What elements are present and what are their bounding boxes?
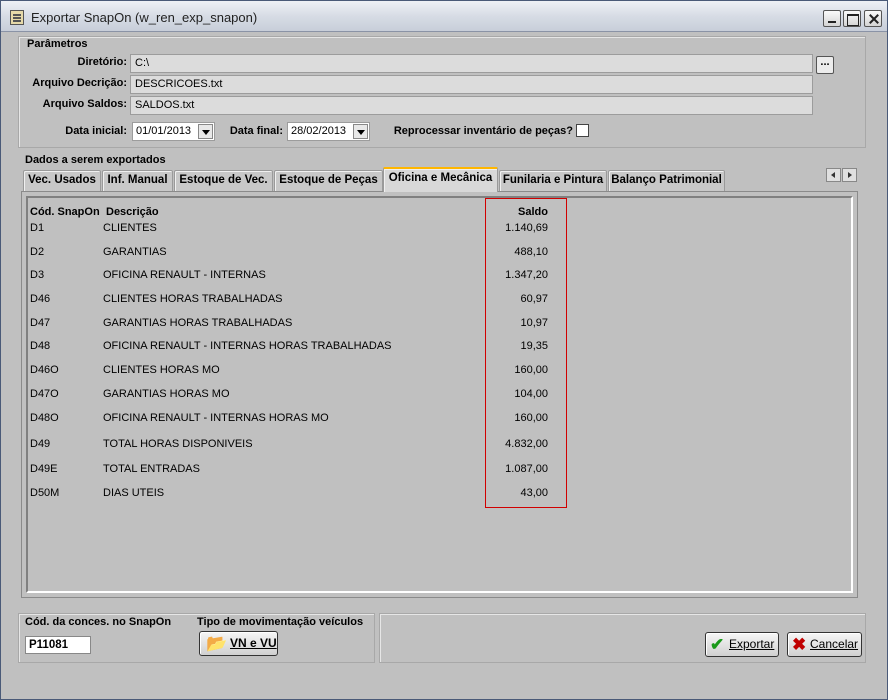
cell-codigo: D2: [30, 246, 45, 258]
cell-saldo: 160,00: [514, 364, 548, 376]
table-row[interactable]: D47 GARANTIAS HORAS TRABALHADAS 10,97: [28, 317, 728, 333]
cell-saldo: 160,00: [514, 412, 548, 424]
diretorio-field[interactable]: C:\: [130, 54, 813, 73]
tipo-mov-label: Tipo de movimentação veículos: [197, 616, 364, 628]
table-row[interactable]: D3 OFICINA RENAULT - INTERNAS 1.347,20: [28, 269, 728, 285]
reprocessar-checkbox[interactable]: [576, 124, 589, 137]
data-inicial-label: Data inicial:: [65, 125, 127, 137]
cell-descricao: OFICINA RENAULT - INTERNAS HORAS MO: [103, 412, 329, 424]
table-row[interactable]: D48O OFICINA RENAULT - INTERNAS HORAS MO 1…: [28, 412, 728, 428]
chevron-down-icon[interactable]: [353, 124, 368, 139]
table-row[interactable]: D49 TOTAL HORAS DISPONIVEIS 4.832,00: [28, 438, 728, 454]
cancelar-button-label: Cancelar: [810, 637, 859, 651]
cell-descricao: TOTAL HORAS DISPONIVEIS: [103, 438, 253, 450]
cod-conces-field[interactable]: P11081: [25, 636, 91, 654]
cell-codigo: D48: [30, 340, 51, 352]
diretorio-label: Diretório:: [77, 56, 128, 68]
tab-scroll-left-icon[interactable]: [826, 168, 841, 182]
arquivo-saldos-field[interactable]: SALDOS.txt: [130, 96, 813, 115]
cell-descricao: CLIENTES: [103, 222, 157, 234]
arquivo-descricao-label: Arquivo Decrição:: [32, 77, 127, 89]
tab-funilaria-pintura[interactable]: Funilaria e Pintura: [499, 170, 607, 191]
data-final-label: Data final:: [229, 125, 283, 137]
maximize-icon[interactable]: [843, 10, 861, 27]
table-row[interactable]: D1 CLIENTES 1.140,69: [28, 222, 728, 238]
title-bar[interactable]: Exportar SnapOn (w_ren_exp_snapon): [1, 1, 887, 32]
cancelar-button[interactable]: ✖ Cancelar: [787, 632, 862, 657]
tab-scroll-right-icon[interactable]: [842, 168, 857, 182]
table-row[interactable]: D2 GARANTIAS 488,10: [28, 246, 728, 262]
chevron-down-icon[interactable]: [198, 124, 213, 139]
cell-codigo: D47O: [30, 388, 59, 400]
cell-codigo: D47: [30, 317, 51, 329]
cell-descricao: CLIENTES HORAS TRABALHADAS: [103, 293, 283, 305]
tab-estoque-pecas[interactable]: Estoque de Peças: [274, 170, 383, 191]
table-row[interactable]: D47O GARANTIAS HORAS MO 104,00: [28, 388, 728, 404]
cell-descricao: GARANTIAS HORAS TRABALHADAS: [103, 317, 293, 329]
vn-vu-button[interactable]: 📂 VN e VU: [199, 631, 278, 656]
parametros-label: Parâmetros: [27, 38, 88, 50]
browse-directory-button[interactable]: ...: [816, 56, 834, 74]
cell-codigo: D49E: [30, 463, 58, 475]
cod-conces-label: Cód. da conces. no SnapOn: [25, 616, 172, 628]
table-row[interactable]: D46 CLIENTES HORAS TRABALHADAS 60,97: [28, 293, 728, 309]
data-final-value: 28/02/2013: [291, 125, 347, 137]
cell-descricao: OFICINA RENAULT - INTERNAS: [103, 269, 266, 281]
close-icon[interactable]: [864, 10, 882, 27]
check-icon: ✔: [710, 635, 725, 654]
arquivo-descricao-field[interactable]: DESCRICOES.txt: [130, 75, 813, 94]
tab-inf-manual[interactable]: Inf. Manual: [102, 170, 173, 191]
vn-vu-button-label: VN e VU: [230, 636, 277, 650]
tab-estoque-vec[interactable]: Estoque de Vec.: [174, 170, 273, 191]
cell-codigo: D49: [30, 438, 51, 450]
dados-label: Dados a serem exportados: [25, 154, 166, 166]
cell-descricao: CLIENTES HORAS MO: [103, 364, 220, 376]
data-final-picker[interactable]: 28/02/2013: [287, 122, 370, 141]
cell-saldo: 1.347,20: [505, 269, 548, 281]
exportar-button-label: Exportar: [729, 637, 775, 651]
cell-saldo: 488,10: [514, 246, 548, 258]
cell-saldo: 104,00: [514, 388, 548, 400]
cell-descricao: OFICINA RENAULT - INTERNAS HORAS TRABALH…: [103, 340, 392, 352]
cell-codigo: D1: [30, 222, 45, 234]
data-inicial-picker[interactable]: 01/01/2013: [132, 122, 215, 141]
minimize-icon[interactable]: [823, 10, 841, 27]
data-inicial-value: 01/01/2013: [136, 125, 192, 137]
window-title: Exportar SnapOn (w_ren_exp_snapon): [31, 10, 258, 25]
cell-saldo: 19,35: [520, 340, 548, 352]
cell-saldo: 1.140,69: [505, 222, 548, 234]
cell-codigo: D50M: [30, 487, 60, 499]
cell-saldo: 43,00: [520, 487, 548, 499]
reprocessar-label: Reprocessar inventário de peças?: [393, 125, 573, 137]
tab-panel: Cód. SnapOn Descrição Saldo D1 CLIENTES 1.…: [21, 191, 858, 598]
arquivo-saldos-label: Arquivo Saldos:: [42, 98, 127, 110]
cell-saldo: 1.087,00: [505, 463, 548, 475]
cell-saldo: 60,97: [520, 293, 548, 305]
cell-codigo: D3: [30, 269, 45, 281]
data-grid[interactable]: Cód. SnapOn Descrição Saldo D1 CLIENTES 1.…: [26, 196, 853, 593]
tab-vec-usados[interactable]: Vec. Usados: [23, 170, 101, 191]
column-header-descricao: Descrição: [106, 206, 159, 218]
table-row[interactable]: D46O CLIENTES HORAS MO 160,00: [28, 364, 728, 380]
tab-balanco-patrimonial[interactable]: Balanço Patrimonial: [608, 170, 725, 191]
cell-codigo: D46: [30, 293, 51, 305]
exportar-button[interactable]: ✔ Exportar: [705, 632, 779, 657]
x-icon: ✖: [792, 635, 807, 654]
main-window: Exportar SnapOn (w_ren_exp_snapon) Parâm…: [0, 0, 888, 700]
cell-descricao: TOTAL ENTRADAS: [103, 463, 200, 475]
cell-saldo: 10,97: [520, 317, 548, 329]
cell-descricao: DIAS UTEIS: [103, 487, 165, 499]
cell-codigo: D48O: [30, 412, 59, 424]
table-row[interactable]: D50M DIAS UTEIS 43,00: [28, 487, 728, 503]
cell-descricao: GARANTIAS HORAS MO: [103, 388, 230, 400]
cell-descricao: GARANTIAS: [103, 246, 167, 258]
column-header-codigo: Cód. SnapOn: [30, 206, 100, 218]
table-row[interactable]: D48 OFICINA RENAULT - INTERNAS HORAS TRAB…: [28, 340, 728, 356]
tab-oficina-mecanica[interactable]: Oficina e Mecânica: [383, 167, 498, 192]
folder-open-icon: 📂: [206, 634, 228, 653]
app-icon: [10, 10, 24, 25]
table-row[interactable]: D49E TOTAL ENTRADAS 1.087,00: [28, 463, 728, 479]
cell-saldo: 4.832,00: [505, 438, 548, 450]
cell-codigo: D46O: [30, 364, 59, 376]
